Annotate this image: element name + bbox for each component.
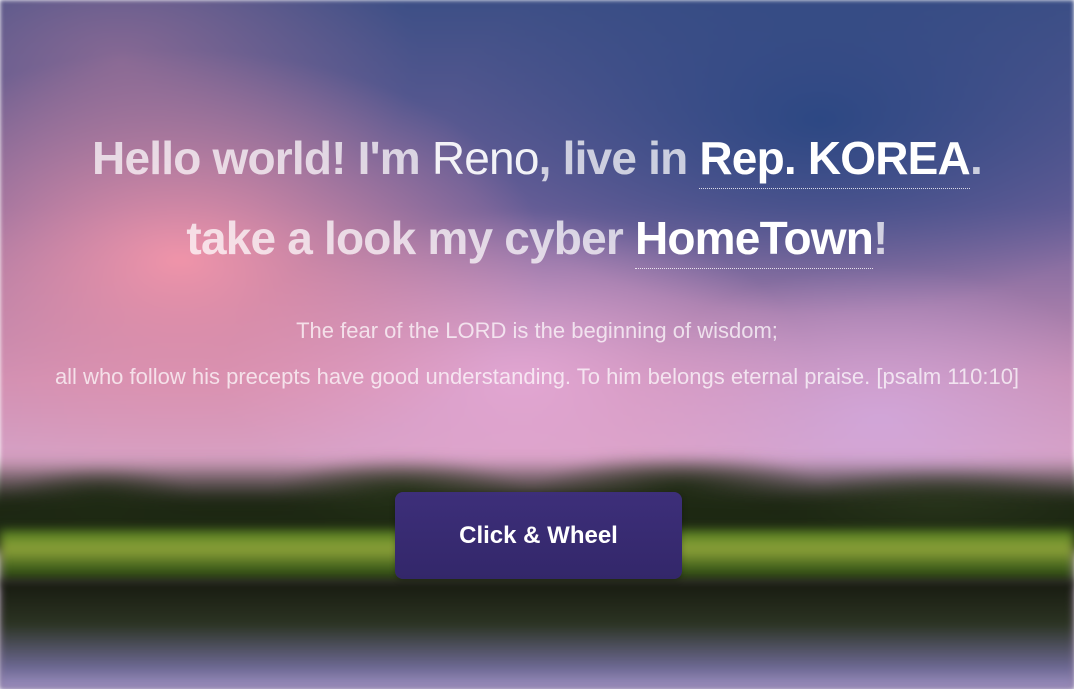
headline-text: , live in	[538, 132, 700, 184]
headline-name: Reno	[431, 132, 540, 184]
hero-headline: Hello world! I'm Reno, live in Rep. KORE…	[40, 118, 1034, 278]
headline-text: take a look my cyber	[186, 212, 635, 264]
hero-section: Hello world! I'm Reno, live in Rep. KORE…	[0, 0, 1074, 689]
hometown-link[interactable]: HomeTown	[634, 212, 874, 269]
country-link[interactable]: Rep. KOREA	[699, 132, 971, 189]
headline-text: !	[873, 212, 888, 264]
verse-line: all who follow his precepts have good un…	[54, 364, 1020, 389]
headline-text: Hello world! I'm	[92, 132, 432, 184]
verse-quote: The fear of the LORD is the beginning of…	[40, 308, 1034, 400]
click-wheel-button[interactable]: Click & Wheel	[395, 492, 682, 579]
headline-text: .	[969, 132, 983, 184]
verse-line: The fear of the LORD is the beginning of…	[296, 318, 778, 343]
